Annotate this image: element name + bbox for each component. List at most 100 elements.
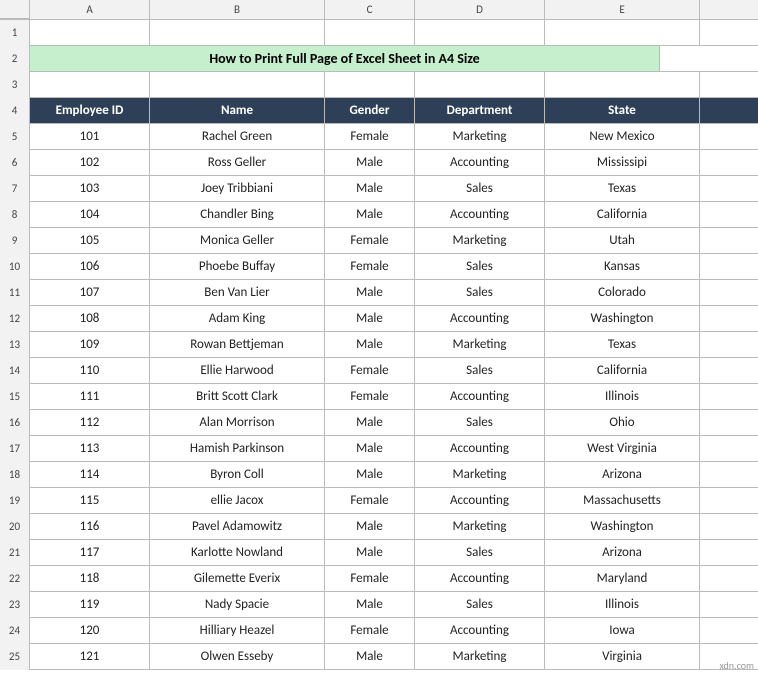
table-row: 16112Alan MorrisonMaleSalesOhio [0, 410, 758, 436]
header-state: State [545, 98, 700, 123]
cell-state: Texas [545, 176, 700, 201]
cell-department: Sales [415, 410, 545, 435]
row-num: 22 [0, 566, 30, 592]
header-row: 4 Employee ID Name Gender Department Sta… [0, 98, 758, 124]
cell-extra [700, 332, 758, 357]
cell-state: Washington [545, 514, 700, 539]
cell-department: Marketing [415, 332, 545, 357]
cell-name: Rowan Bettjeman [150, 332, 325, 357]
cell-department: Accounting [415, 566, 545, 591]
cell-department: Accounting [415, 618, 545, 643]
cell-3g [700, 72, 758, 97]
cell-name: Ross Geller [150, 150, 325, 175]
row-num: 15 [0, 384, 30, 410]
cell-gender: Male [325, 150, 415, 175]
cell-name: Joey Tribbiani [150, 176, 325, 201]
cell-gender: Female [325, 384, 415, 409]
header-extra [700, 98, 758, 123]
cell-gender: Male [325, 332, 415, 357]
cell-department: Sales [415, 280, 545, 305]
cell-name: Phoebe Buffay [150, 254, 325, 279]
cell-name: Nady Spacie [150, 592, 325, 617]
cell-state: Kansas [545, 254, 700, 279]
col-letter-f: F [700, 0, 758, 19]
cell-employee-id: 103 [30, 176, 150, 201]
table-row: 14110Ellie HarwoodFemaleSalesCalifornia [0, 358, 758, 384]
table-row: 5101Rachel GreenFemaleMarketingNew Mexic… [0, 124, 758, 150]
cell-department: Sales [415, 540, 545, 565]
cell-extra [700, 202, 758, 227]
cell-state: California [545, 202, 700, 227]
cell-name: Rachel Green [150, 124, 325, 149]
cell-employee-id: 118 [30, 566, 150, 591]
cell-extra [700, 514, 758, 539]
cell-department: Marketing [415, 228, 545, 253]
cell-extra [700, 384, 758, 409]
cell-name: Gilemette Everix [150, 566, 325, 591]
cell-1d [325, 20, 415, 45]
table-row: 10106Phoebe BuffayFemaleSalesKansas [0, 254, 758, 280]
row-num: 5 [0, 124, 30, 150]
cell-employee-id: 105 [30, 228, 150, 253]
cell-name: Byron Coll [150, 462, 325, 487]
cell-extra [700, 254, 758, 279]
table-row: 18114Byron CollMaleMarketingArizona [0, 462, 758, 488]
cell-employee-id: 120 [30, 618, 150, 643]
col-letter-e: E [545, 0, 700, 19]
cell-name: Olwen Esseby [150, 644, 325, 669]
cell-name: Alan Morrison [150, 410, 325, 435]
cell-gender: Male [325, 436, 415, 461]
cell-state: New Mexico [545, 124, 700, 149]
row-num: 7 [0, 176, 30, 202]
table-row: 20116Pavel AdamowitzMaleMarketingWashing… [0, 514, 758, 540]
cell-state: Virginia [545, 644, 700, 669]
header-employee-id: Employee ID [30, 98, 150, 123]
cell-gender: Female [325, 358, 415, 383]
cell-extra [700, 436, 758, 461]
table-row: 19115ellie JacoxFemaleAccountingMassachu… [0, 488, 758, 514]
cell-gender: Male [325, 410, 415, 435]
watermark: xdn.com [719, 659, 754, 672]
cell-department: Marketing [415, 462, 545, 487]
cell-gender: Male [325, 644, 415, 669]
cell-state: West Virginia [545, 436, 700, 461]
cell-1f [545, 20, 700, 45]
table-row: 7103Joey TribbianiMaleSalesTexas [0, 176, 758, 202]
row-num: 12 [0, 306, 30, 332]
cell-employee-id: 119 [30, 592, 150, 617]
cell-1g [700, 20, 758, 45]
cell-state: Maryland [545, 566, 700, 591]
cell-state: Colorado [545, 280, 700, 305]
table-row: 21117Karlotte NowlandMaleSalesArizona [0, 540, 758, 566]
cell-employee-id: 117 [30, 540, 150, 565]
cell-extra [700, 150, 758, 175]
cell-extra [700, 358, 758, 383]
cell-3b [30, 72, 150, 97]
row-num: 23 [0, 592, 30, 618]
cell-1b [30, 20, 150, 45]
row-num: 10 [0, 254, 30, 280]
cell-gender: Male [325, 540, 415, 565]
row-num-2: 2 [0, 46, 30, 72]
col-letter-c: C [325, 0, 415, 19]
cell-gender: Male [325, 462, 415, 487]
cell-employee-id: 106 [30, 254, 150, 279]
row-num: 19 [0, 488, 30, 514]
table-row: 6102Ross GellerMaleAccountingMississipi [0, 150, 758, 176]
cell-name: Ellie Harwood [150, 358, 325, 383]
cell-gender: Female [325, 488, 415, 513]
title-row: 2 How to Print Full Page of Excel Sheet … [0, 46, 758, 72]
cell-employee-id: 107 [30, 280, 150, 305]
cell-department: Sales [415, 358, 545, 383]
cell-state: Washington [545, 306, 700, 331]
cell-extra [700, 488, 758, 513]
cell-gender: Male [325, 176, 415, 201]
row-num: 18 [0, 462, 30, 488]
spreadsheet: A B C D E F 1 2 How to Print Full Page o… [0, 0, 758, 676]
cell-employee-id: 101 [30, 124, 150, 149]
row-num-4: 4 [0, 98, 30, 124]
cell-gender: Male [325, 280, 415, 305]
cell-name: Hilliary Heazel [150, 618, 325, 643]
cell-state: Arizona [545, 540, 700, 565]
cell-extra [700, 462, 758, 487]
